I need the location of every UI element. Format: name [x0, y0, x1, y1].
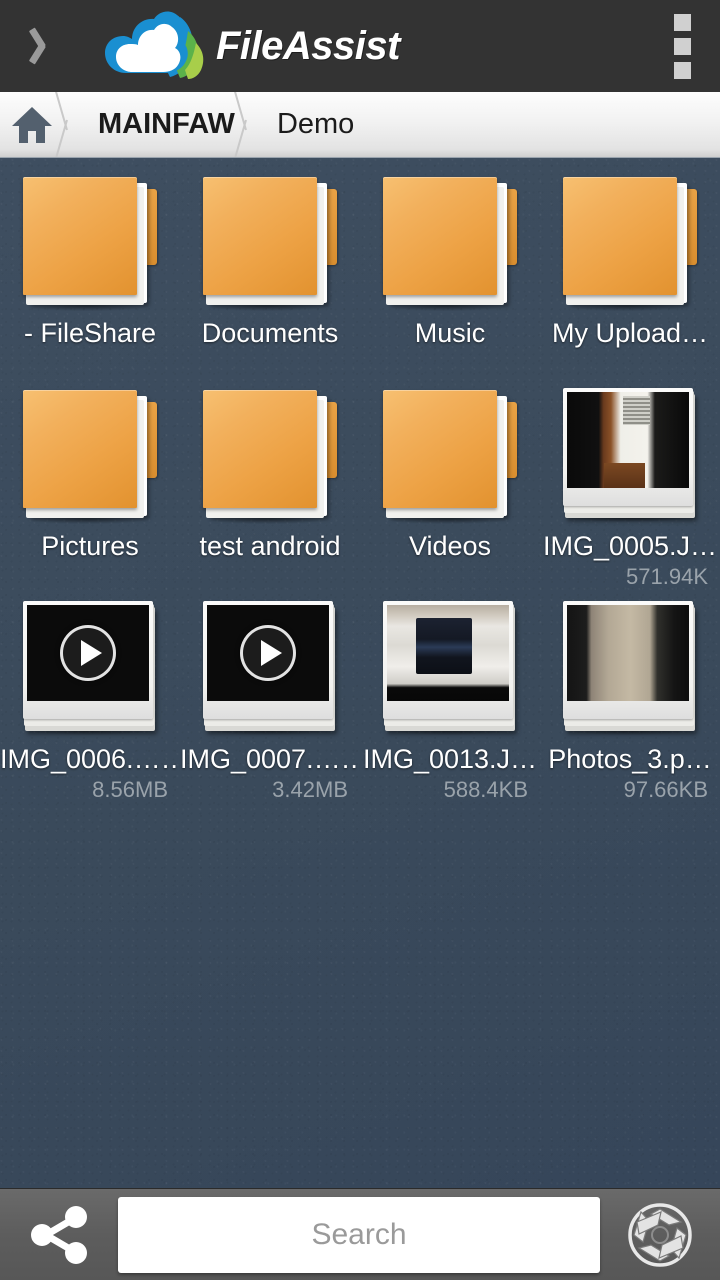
file-grid: - FileShare Documents Music My Upload… Pictu…: [0, 158, 720, 805]
bottom-toolbar: [0, 1188, 720, 1280]
file-grid-item[interactable]: IMG_0005.J… 571.94K: [540, 379, 720, 592]
folder-icon: [383, 386, 517, 524]
file-grid-item[interactable]: IMG_0006.…… 8.56MB: [0, 592, 180, 805]
chevron-left-icon: [36, 28, 56, 64]
photo-thumbnail-wrap: [540, 379, 720, 529]
folder-icon-wrap: [180, 379, 360, 529]
file-name-label: IMG_0006.……: [0, 744, 180, 774]
file-name-label: IMG_0005.J…: [542, 531, 718, 561]
photo-thumbnail: [383, 601, 517, 735]
file-size-label: 8.56MB: [92, 777, 168, 802]
photo-preview: [567, 392, 689, 488]
file-manager-screen: FileAssist MAINFAW Demo - FileShare Docum…: [0, 0, 720, 1280]
file-browser-content: - FileShare Documents Music My Upload… Pictu…: [0, 158, 720, 1188]
file-grid-item[interactable]: test android: [180, 379, 360, 592]
file-grid-item[interactable]: - FileShare: [0, 166, 180, 379]
file-name-label: Photos_3.p…: [548, 744, 712, 774]
folder-icon-wrap: [360, 166, 540, 316]
app-brand: FileAssist: [102, 9, 400, 83]
file-grid-item[interactable]: Music: [360, 166, 540, 379]
photo-preview: [387, 605, 509, 701]
file-size-label: 3.42MB: [272, 777, 348, 802]
overflow-menu-icon: [673, 61, 691, 79]
folder-icon: [203, 386, 337, 524]
play-icon: [60, 625, 116, 681]
file-name-label: My Upload…: [551, 318, 709, 348]
cloud-leaf-logo-icon: [105, 11, 204, 79]
overflow-menu-icon: [673, 13, 691, 31]
share-button[interactable]: [0, 1189, 118, 1280]
file-name-label: Videos: [408, 531, 492, 561]
search-input[interactable]: [118, 1196, 600, 1273]
file-name-label: Documents: [201, 318, 339, 348]
breadcrumb-separator-icon: [243, 92, 269, 157]
file-grid-item[interactable]: Photos_3.p… 97.66KB: [540, 592, 720, 805]
photo-preview: [567, 605, 689, 701]
breadcrumb: MAINFAW Demo: [0, 92, 720, 158]
video-thumbnail-wrap: [0, 592, 180, 742]
file-size-label: 571.94K: [626, 564, 708, 589]
play-icon: [240, 625, 296, 681]
photo-thumbnail-wrap: [360, 592, 540, 742]
breadcrumb-home-button[interactable]: [0, 92, 64, 157]
folder-icon-wrap: [0, 166, 180, 316]
file-size-label: 588.4KB: [443, 777, 528, 802]
file-grid-item[interactable]: Pictures: [0, 379, 180, 592]
photo-thumbnail: [563, 388, 697, 522]
folder-icon-wrap: [180, 166, 360, 316]
file-name-label: Music: [414, 318, 486, 348]
app-header: FileAssist: [0, 0, 720, 92]
overflow-menu-icon: [673, 37, 691, 55]
folder-icon: [563, 173, 697, 311]
folder-icon: [383, 173, 517, 311]
folder-icon-wrap: [0, 379, 180, 529]
folder-icon: [23, 173, 157, 311]
file-name-label: - FileShare: [23, 318, 157, 348]
photo-thumbnail-wrap: [540, 592, 720, 742]
file-name-label: Pictures: [41, 531, 139, 561]
file-name-label: IMG_0007.……: [180, 744, 360, 774]
folder-icon-wrap: [540, 166, 720, 316]
folder-icon-wrap: [360, 379, 540, 529]
app-title: FileAssist: [216, 23, 400, 68]
back-button[interactable]: [0, 0, 92, 92]
breadcrumb-item-1[interactable]: Demo: [269, 108, 362, 141]
overflow-menu-button[interactable]: [644, 0, 720, 92]
file-grid-item[interactable]: Documents: [180, 166, 360, 379]
video-thumbnail: [23, 601, 157, 735]
share-icon: [31, 1205, 87, 1264]
file-grid-item[interactable]: IMG_0007.…… 3.42MB: [180, 592, 360, 805]
camera-aperture-icon: [628, 1202, 692, 1267]
file-grid-item[interactable]: Videos: [360, 379, 540, 592]
file-size-label: 97.66KB: [623, 777, 708, 802]
file-grid-item[interactable]: IMG_0013.J… 588.4KB: [360, 592, 540, 805]
camera-button[interactable]: [600, 1189, 720, 1280]
file-name-label: IMG_0013.J…: [362, 744, 538, 774]
photo-thumbnail: [563, 601, 697, 735]
breadcrumb-item-0[interactable]: MAINFAW: [90, 108, 243, 141]
video-thumbnail: [203, 601, 337, 735]
video-thumbnail-wrap: [180, 592, 360, 742]
file-name-label: test android: [199, 531, 341, 561]
folder-icon: [23, 386, 157, 524]
file-grid-item[interactable]: My Upload…: [540, 166, 720, 379]
breadcrumb-separator-icon: [64, 92, 90, 157]
folder-icon: [203, 173, 337, 311]
home-icon: [12, 106, 52, 143]
